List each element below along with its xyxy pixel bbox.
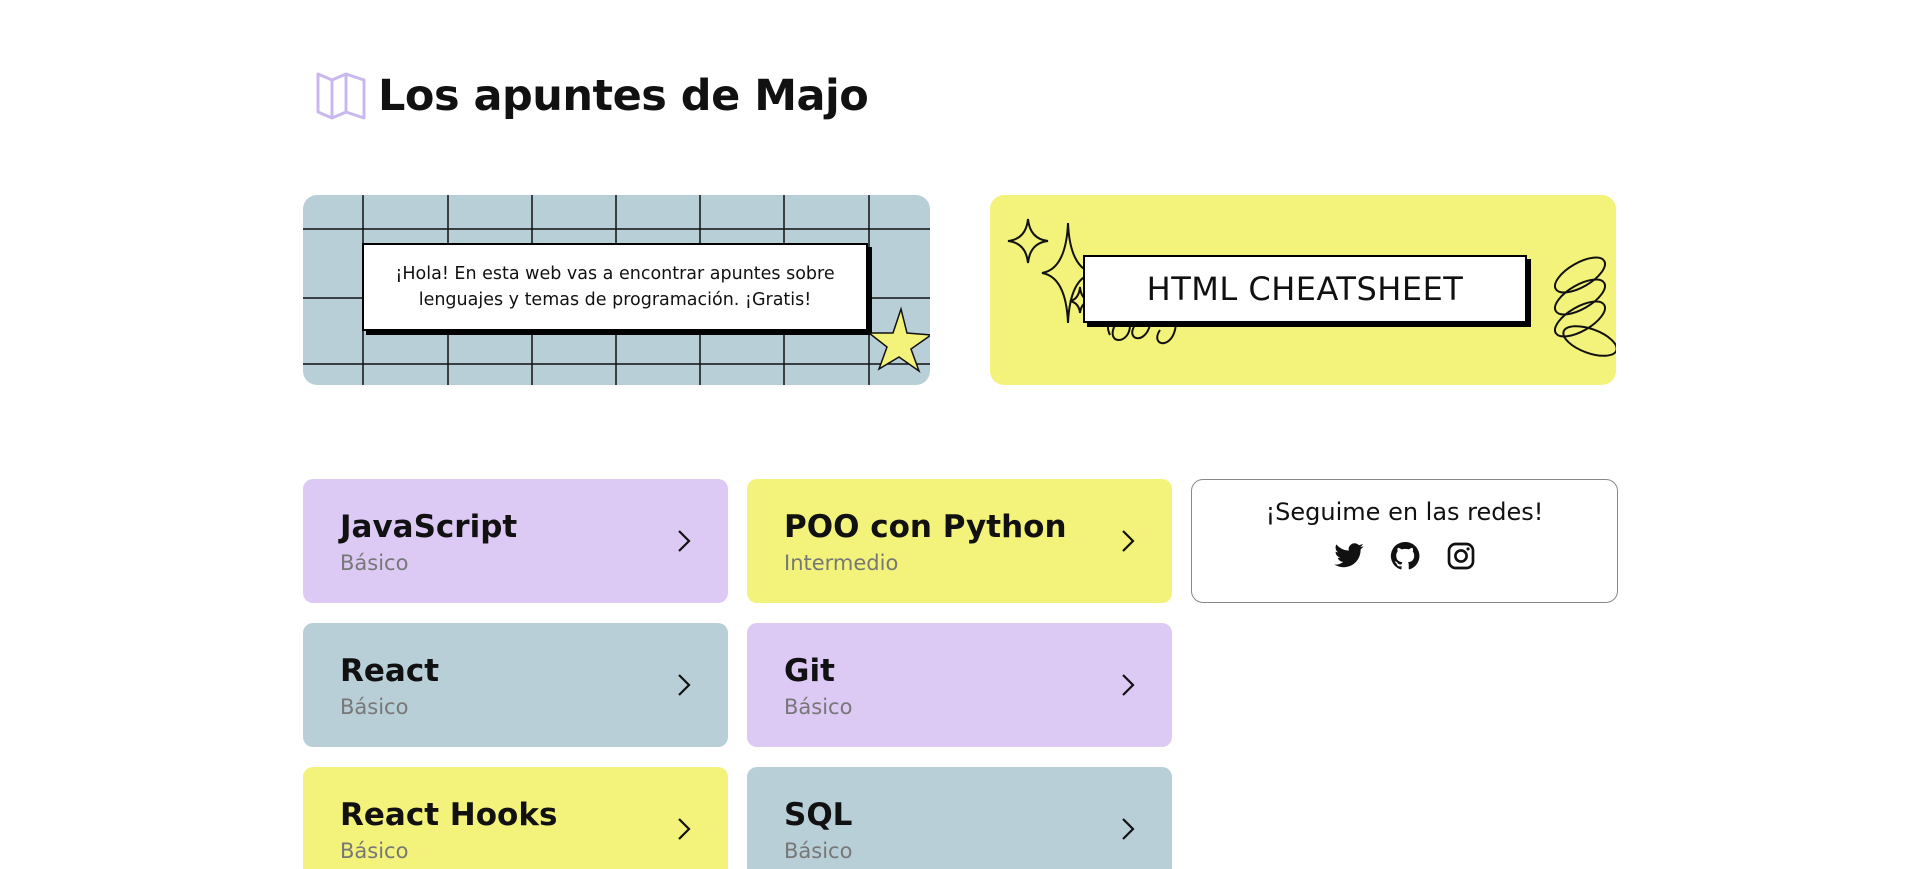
course-level: Básico: [784, 839, 853, 863]
course-level: Básico: [784, 695, 853, 719]
course-card-git[interactable]: Git Básico: [747, 623, 1172, 747]
chevron-right-icon: [678, 674, 691, 696]
social-title: ¡Seguime en las redes!: [1265, 498, 1544, 526]
social-icons: [1192, 540, 1617, 572]
course-title: POO con Python: [784, 509, 1067, 545]
course-card-react-hooks[interactable]: React Hooks Básico: [303, 767, 728, 869]
site-title: Los apuntes de Majo: [378, 71, 869, 121]
course-card-react[interactable]: React Básico: [303, 623, 728, 747]
chevron-right-icon: [678, 530, 691, 552]
course-level: Intermedio: [784, 551, 899, 575]
course-level: Básico: [340, 551, 409, 575]
instagram-icon[interactable]: [1445, 540, 1477, 572]
course-level: Básico: [340, 695, 409, 719]
cheatsheet-label: HTML CHEATSHEET: [1146, 270, 1464, 308]
site-header: Los apuntes de Majo: [314, 68, 869, 124]
course-title: React: [340, 653, 440, 689]
chevron-right-icon: [1122, 818, 1135, 840]
spiral-decoration: [1554, 256, 1616, 357]
chevron-right-icon: [1122, 530, 1135, 552]
github-icon[interactable]: [1389, 540, 1421, 572]
map-icon: [316, 72, 366, 120]
twitter-icon[interactable]: [1333, 540, 1365, 572]
course-title: React Hooks: [340, 797, 558, 833]
course-level: Básico: [340, 839, 409, 863]
course-card-sql[interactable]: SQL Básico: [747, 767, 1172, 869]
course-card-javascript[interactable]: JavaScript Básico: [303, 479, 728, 603]
course-title: SQL: [784, 797, 853, 833]
course-card-poo-python[interactable]: POO con Python Intermedio: [747, 479, 1172, 603]
cheatsheet-banner[interactable]: HTML CHEATSHEET: [990, 195, 1616, 385]
star-icon: [866, 306, 930, 373]
intro-text: ¡Hola! En esta web vas a encontrar apunt…: [395, 263, 835, 310]
cheatsheet-label-box[interactable]: HTML CHEATSHEET: [1083, 255, 1527, 323]
chevron-right-icon: [1122, 674, 1135, 696]
chevron-right-icon: [678, 818, 691, 840]
intro-banner: ¡Hola! En esta web vas a encontrar apunt…: [303, 195, 930, 385]
intro-text-box: ¡Hola! En esta web vas a encontrar apunt…: [362, 243, 868, 331]
course-title: Git: [784, 653, 835, 689]
course-title: JavaScript: [340, 509, 518, 545]
social-box: ¡Seguime en las redes!: [1191, 479, 1618, 603]
